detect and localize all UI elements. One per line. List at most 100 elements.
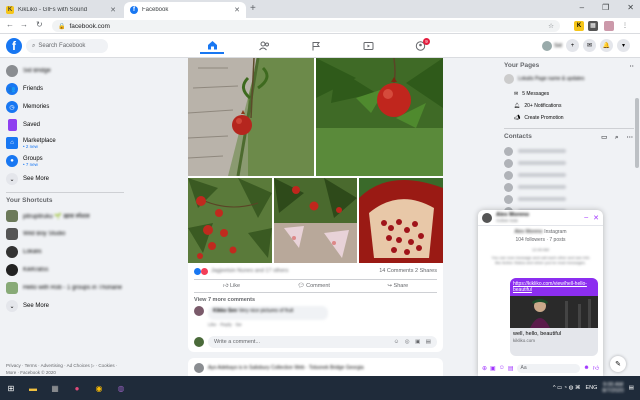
link-preview-image[interactable] xyxy=(510,296,598,328)
sidebar-item-saved[interactable]: Saved xyxy=(6,116,124,134)
sidebar-item-groups[interactable]: ● Groups • 7 new xyxy=(6,152,124,170)
facebook-logo[interactable]: f xyxy=(6,38,22,54)
share-button[interactable]: ↪ Share xyxy=(387,283,408,289)
contact-item[interactable] xyxy=(504,157,636,169)
reload-icon[interactable]: ↻ xyxy=(36,20,43,29)
sidebar-item-profile[interactable]: Sid Bridge xyxy=(6,62,124,80)
like-label: Like xyxy=(230,283,241,289)
tray-icons[interactable]: ^ ▭ ◔ ◍ ⌘ xyxy=(553,385,581,391)
sidebar-item-marketplace[interactable]: ⌂ Marketplace • 2 new xyxy=(6,134,124,152)
tab-close-icon[interactable]: ✕ xyxy=(110,6,116,14)
contacts-tools-icons[interactable]: ▭ ⌕ ⋯ xyxy=(601,133,636,142)
forward-icon[interactable]: → xyxy=(20,20,28,29)
emoji-icon[interactable]: ☻ xyxy=(583,365,589,371)
page-messages[interactable]: ✉ 5 Messages xyxy=(504,88,636,100)
contact-item[interactable] xyxy=(504,169,636,181)
shortcut-item[interactable]: pitrupitruku 🌱 ख़ास स्पेशल xyxy=(6,207,124,225)
viber-icon[interactable]: ◍ xyxy=(110,376,132,400)
contact-item[interactable] xyxy=(504,145,636,157)
new-message-button[interactable]: ✎ xyxy=(610,356,626,372)
next-post-author[interactable]: Ayo Adebayo is in Salisbury Collection W… xyxy=(208,365,364,371)
shortcut-item[interactable]: Hello with Rob - 1 groups in Thonane xyxy=(6,279,124,297)
shortcuts-see-more[interactable]: ⌄ See More xyxy=(6,297,124,315)
tab-facebook[interactable]: f Facebook ✕ xyxy=(124,2,246,18)
comment-tools-icons[interactable]: ☺ ◎ ▣ ▤ xyxy=(394,339,433,345)
scrollbar-thumb[interactable] xyxy=(635,98,639,168)
url-bar[interactable]: 🔒 facebook.com ☆ xyxy=(52,20,560,32)
sidebar-item-see-more[interactable]: ⌄ See More xyxy=(6,170,124,188)
nav-pages-icon[interactable] xyxy=(304,38,328,54)
gif-icon[interactable]: ▤ xyxy=(508,365,514,372)
chat-header[interactable]: Alex Moreno Active now – ✕ xyxy=(478,210,603,226)
chrome-icon[interactable]: ◉ xyxy=(88,376,110,400)
back-icon[interactable]: ← xyxy=(6,20,14,29)
maximize-button[interactable]: ❐ xyxy=(602,3,609,12)
nav-groups-icon[interactable]: 9 xyxy=(408,38,432,54)
menu-kebab-icon[interactable]: ⋮ xyxy=(620,21,630,31)
post-photo[interactable] xyxy=(316,58,443,176)
comment-button[interactable]: 💬︎ Comment xyxy=(298,283,330,289)
close-window-button[interactable]: ✕ xyxy=(627,3,634,12)
app-icon[interactable]: ● xyxy=(66,376,88,400)
page-scrollbar[interactable] xyxy=(634,58,640,376)
comment-meta[interactable]: Like · Reply · 5w xyxy=(208,322,328,327)
notifications-bell-icon[interactable]: 🔔 xyxy=(600,39,613,52)
app-icon[interactable]: ▦ xyxy=(44,376,66,400)
kikliko-extension-icon[interactable]: K xyxy=(574,21,584,31)
chat-status: Active now xyxy=(496,217,518,223)
link-message[interactable]: https://kikliko.com/view/hell-hello-beau… xyxy=(510,278,598,356)
nav-home-icon[interactable] xyxy=(200,38,224,54)
page-row[interactable]: Lokalis Page name & updates xyxy=(504,70,636,88)
sidebar-item-memories[interactable]: ◷ Memories xyxy=(6,98,124,116)
shortcut-item[interactable]: Lokalis xyxy=(6,243,124,261)
page-create-promotion[interactable]: 📣︎ Create Promotion xyxy=(504,112,636,124)
sidebar-item-sub: • 2 new xyxy=(23,143,38,149)
shortcut-item[interactable]: Wild Boy Studio xyxy=(6,225,124,243)
image-icon[interactable]: ▣ xyxy=(490,365,496,372)
close-chat-icon[interactable]: ✕ xyxy=(593,214,599,222)
page-notifications[interactable]: 🔔︎ 20+ Notifications xyxy=(504,100,636,112)
post-photo[interactable] xyxy=(359,178,443,263)
comment-icon: 💬︎ xyxy=(297,283,307,289)
new-tab-button[interactable]: + xyxy=(250,3,256,14)
contact-item[interactable] xyxy=(504,193,636,205)
profile-chip[interactable]: Sid xyxy=(542,40,562,51)
profile-avatar-icon[interactable] xyxy=(604,21,614,31)
minimize-button[interactable]: – xyxy=(580,3,584,12)
star-icon[interactable]: ☆ xyxy=(548,22,554,30)
shortcut-item[interactable]: KikKratss xyxy=(6,261,124,279)
tab-close-icon[interactable]: ✕ xyxy=(234,6,240,14)
nav-watch-icon[interactable] xyxy=(356,38,380,54)
contact-item[interactable] xyxy=(504,181,636,193)
search-input[interactable]: ⌕ Search Facebook xyxy=(26,39,108,53)
create-plus-icon[interactable]: + xyxy=(566,39,579,52)
account-menu-chevron-icon[interactable]: ▾ xyxy=(617,39,630,52)
like-send-icon[interactable]: 👍︎ xyxy=(593,364,599,372)
sidebar-item-label: Friends xyxy=(23,86,44,92)
url-text: facebook.com xyxy=(69,22,110,30)
like-button[interactable]: 👍︎ Like xyxy=(223,283,240,289)
start-button[interactable]: ⊞ xyxy=(0,376,22,400)
post-photo[interactable] xyxy=(274,178,357,263)
messenger-icon[interactable]: ✉ xyxy=(583,39,596,52)
plus-icon[interactable]: ⊕ xyxy=(482,365,487,372)
notification-center-icon[interactable]: ▤ xyxy=(629,385,634,391)
chat-message-input[interactable]: Aa xyxy=(516,363,581,373)
file-explorer-icon[interactable]: ▬ xyxy=(22,376,44,400)
comments-shares-count[interactable]: 14 Comments 2 Shares xyxy=(379,268,437,274)
post-photo[interactable] xyxy=(188,58,314,176)
reactions-summary[interactable]: Jagjeetsin Nunes and 17 others xyxy=(211,268,288,274)
extension-icon[interactable]: ▦ xyxy=(588,21,598,31)
sticker-icon[interactable]: ☺ xyxy=(499,365,505,371)
view-more-comments[interactable]: View 7 more comments xyxy=(194,297,255,303)
message-link[interactable]: https://kikliko.com/view/hell-hello-beau… xyxy=(510,278,598,296)
post-photo[interactable] xyxy=(188,178,272,263)
minimize-chat-icon[interactable]: – xyxy=(584,214,588,222)
language-indicator[interactable]: ENG xyxy=(585,385,597,391)
nav-friends-icon[interactable] xyxy=(252,38,276,54)
footer-links[interactable]: Privacy · Terms · Advertising · Ad Choic… xyxy=(6,362,126,376)
comment-input[interactable]: Write a comment... ☺ ◎ ▣ ▤ xyxy=(208,336,437,348)
sidebar-item-friends[interactable]: 👥 Friends xyxy=(6,80,124,98)
tab-kikliko[interactable]: K KikLiko - GIFs with Sound ✕ xyxy=(0,2,122,18)
clock[interactable]: 9:00 AM 8/7/2020 xyxy=(602,382,623,394)
